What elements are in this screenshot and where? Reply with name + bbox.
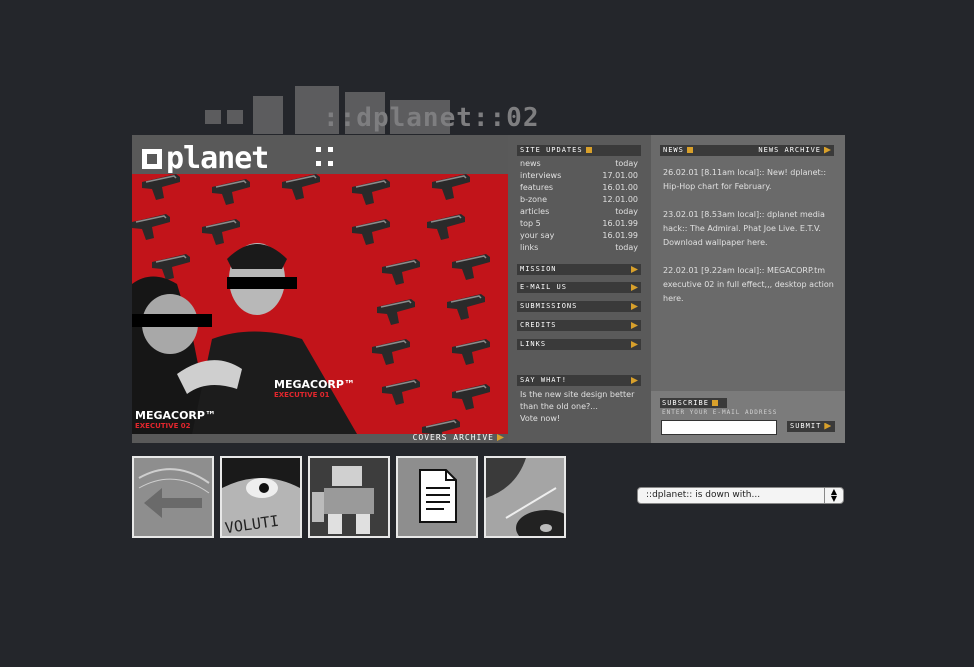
list-item[interactable]: features 16.01.00 (517, 182, 641, 194)
caption-executive-01: MEGACORP™ EXECUTIVE 01 (274, 379, 355, 401)
list-item[interactable]: top 5 16.01.99 (517, 218, 641, 230)
news-item[interactable]: 23.02.01 [8.53am local]:: dplanet media … (663, 208, 843, 250)
select-arrows-icon: ▲ ▼ (824, 488, 843, 503)
arrow-right-icon (824, 146, 831, 154)
update-date: 12.01.00 (602, 195, 638, 204)
news-header: NEWS NEWS ARCHIVE (660, 145, 834, 156)
email-us-button[interactable]: E-MAIL US (517, 282, 641, 293)
submit-label: SUBMIT (790, 422, 822, 430)
site-updates-title: SITE UPDATES (520, 146, 583, 154)
credits-label: CREDITS (520, 321, 557, 329)
say-what-header: SAY WHAT! (517, 375, 641, 386)
poll-text: Is the new site design better than the o… (517, 386, 641, 428)
hero-image[interactable]: MEGACORP™ EXECUTIVE 01 MEGACORP™ EXECUTI… (132, 174, 508, 434)
caption-subtitle: EXECUTIVE 01 (274, 391, 330, 399)
list-item[interactable]: your say 16.01.99 (517, 230, 641, 242)
say-what-title: SAY WHAT! (520, 376, 567, 384)
subscribe-header: SUBSCRIBE (660, 398, 727, 408)
back-arrow-icon (134, 458, 212, 536)
news-title-text: NEWS (663, 146, 684, 154)
arrow-right-icon (631, 322, 638, 329)
arrow-right-icon (631, 377, 638, 384)
email-field[interactable] (661, 420, 777, 435)
update-label: top 5 (520, 219, 541, 228)
news-title: NEWS (663, 145, 693, 156)
updates-list: news today interviews 17.01.00 features 16.… (517, 156, 641, 254)
links-button[interactable]: LINKS (517, 339, 641, 350)
thumbnail-back-arrow[interactable] (132, 456, 214, 538)
site-updates-header: SITE UPDATES (517, 145, 641, 156)
covers-archive-label: COVERS ARCHIVE (412, 433, 494, 442)
arrow-right-icon (631, 284, 638, 291)
update-date: 16.01.99 (602, 219, 638, 228)
logo-bar: planet (132, 135, 508, 174)
dplanet-logo[interactable]: planet (140, 137, 350, 173)
caption-subtitle: EXECUTIVE 02 (135, 422, 191, 430)
square-bullet-icon (686, 147, 693, 153)
arrow-right-icon (824, 422, 832, 430)
select-value: ::dplanet:: is down with... (646, 490, 761, 500)
main-panel: planet MEGACORP™ EXECUTIVE 01 MEGACORP™ … (132, 135, 845, 443)
update-date: today (615, 243, 638, 252)
news-archive-label: NEWS ARCHIVE (758, 146, 821, 154)
news-item[interactable]: 22.02.01 [9.22am local]:: MEGACORP.tm ex… (663, 264, 843, 306)
news-archive-link[interactable]: NEWS ARCHIVE (758, 145, 831, 156)
update-label: articles (520, 207, 550, 216)
update-date: today (615, 207, 638, 216)
thumbnail-document[interactable] (396, 456, 478, 538)
update-label: links (520, 243, 539, 252)
update-date: 16.01.00 (602, 183, 638, 192)
subscribe-title: SUBSCRIBE (662, 399, 709, 407)
arrow-right-icon (631, 266, 638, 273)
submit-button[interactable]: SUBMIT (787, 421, 835, 432)
update-date: 17.01.00 (602, 171, 638, 180)
update-label: features (520, 183, 554, 192)
hero-column: planet MEGACORP™ EXECUTIVE 01 MEGACORP™ … (132, 135, 508, 443)
vote-now-link[interactable]: Vote now! (520, 414, 560, 423)
middle-column: SITE UPDATES news today interviews 17.01.0… (508, 135, 651, 443)
submissions-button[interactable]: SUBMISSIONS (517, 301, 641, 312)
list-item[interactable]: news today (517, 158, 641, 170)
site-jump-select[interactable]: ::dplanet:: is down with... ▲ ▼ (637, 487, 844, 504)
update-date: 16.01.99 (602, 231, 638, 240)
turntable-icon (486, 458, 564, 536)
list-item[interactable]: interviews 17.01.00 (517, 170, 641, 182)
credits-button[interactable]: CREDITS (517, 320, 641, 331)
caption-executive-02: MEGACORP™ EXECUTIVE 02 (135, 410, 216, 432)
list-item[interactable]: b-zone 12.01.00 (517, 194, 641, 206)
robot-icon (310, 458, 388, 536)
square-bullet-icon (585, 147, 592, 153)
list-item[interactable]: links today (517, 242, 641, 254)
thumbnail-dj[interactable] (484, 456, 566, 538)
thumbnail-robot[interactable] (308, 456, 390, 538)
mission-button[interactable]: MISSION (517, 264, 641, 275)
update-label: news (520, 159, 541, 168)
email-us-label: E-MAIL US (520, 283, 567, 291)
tagline: ::dplanet::02 (323, 103, 540, 133)
links-label: LINKS (520, 340, 547, 348)
poll-box: SAY WHAT! Is the new site design better … (517, 375, 641, 428)
covers-archive-link[interactable]: COVERS ARCHIVE (413, 433, 504, 443)
update-label: interviews (520, 171, 562, 180)
arrow-right-icon (497, 434, 504, 441)
revolution-graphic-icon: VOLUTI (222, 458, 300, 536)
poll-question: Is the new site design better than the o… (520, 390, 635, 411)
update-label: b-zone (520, 195, 548, 204)
document-icon (419, 469, 457, 523)
subscribe-box: SUBSCRIBE ENTER YOUR E-MAIL ADDRESS SUBM… (651, 391, 845, 443)
update-date: today (615, 159, 638, 168)
arrow-right-icon (631, 303, 638, 310)
news-item[interactable]: 26.02.01 [8.11am local]:: New! dplanet::… (663, 166, 843, 194)
site-updates: SITE UPDATES news today interviews 17.01.0… (517, 145, 641, 254)
news-column: NEWS NEWS ARCHIVE 26.02.01 [8.11am local… (651, 135, 845, 391)
thumbnail-revolution[interactable]: VOLUTI (220, 456, 302, 538)
email-label: ENTER YOUR E-MAIL ADDRESS (662, 409, 778, 416)
update-label: your say (520, 231, 555, 240)
arrow-right-icon (631, 341, 638, 348)
square-bullet-icon (711, 400, 718, 406)
mission-label: MISSION (520, 265, 557, 273)
logo-text: planet (166, 141, 268, 173)
list-item[interactable]: articles today (517, 206, 641, 218)
submissions-label: SUBMISSIONS (520, 302, 578, 310)
